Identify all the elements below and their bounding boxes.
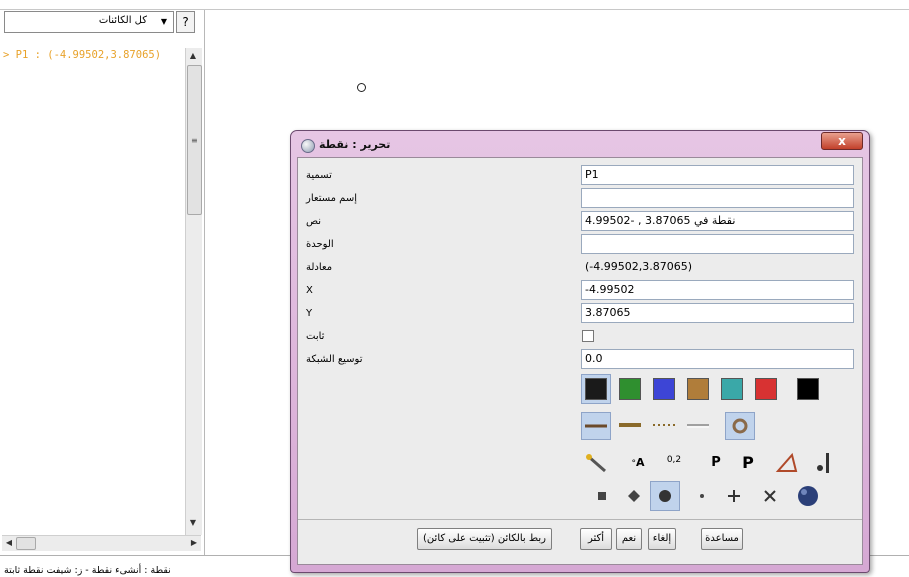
object-list-panel — [0, 10, 205, 555]
plus-icon[interactable] — [720, 484, 748, 508]
unit-field[interactable] — [581, 234, 854, 254]
dotted-line-icon[interactable] — [650, 413, 678, 437]
sphere-icon[interactable] — [650, 481, 680, 511]
thin-line-icon[interactable] — [684, 413, 712, 437]
triangle-icon[interactable] — [774, 451, 802, 475]
scroll-up-icon[interactable]: ▲ — [186, 51, 200, 60]
horizontal-scroll-thumb[interactable] — [16, 537, 36, 550]
label-tool[interactable]: °A — [624, 451, 652, 475]
color-swatch-green[interactable] — [619, 378, 641, 400]
dialog-titlebar[interactable]: تحرير : نقطة x — [291, 131, 869, 157]
cross-icon[interactable] — [756, 484, 784, 508]
color-swatch-blue[interactable] — [653, 378, 675, 400]
scroll-left-icon[interactable]: ◀ — [2, 538, 16, 547]
close-button[interactable]: x — [821, 132, 863, 150]
color-swatch-red[interactable] — [755, 378, 777, 400]
chevron-down-icon[interactable]: ▼ — [158, 16, 170, 28]
name-field[interactable]: P1 — [581, 165, 854, 185]
color-swatch-teal[interactable] — [721, 378, 743, 400]
app-icon — [301, 139, 315, 153]
link-to-object-button[interactable]: (ربط بالكائن (تثبيت على كائن — [417, 528, 552, 550]
diamond-icon[interactable] — [620, 484, 648, 508]
grid-field[interactable]: 0.0 — [581, 349, 854, 369]
help-button[interactable]: ? — [176, 11, 195, 33]
equation-label: معادلة — [306, 262, 333, 273]
ring-icon[interactable] — [725, 412, 755, 440]
horizontal-scrollbar[interactable]: ◀ ▶ — [2, 535, 201, 551]
color-swatch-black[interactable] — [585, 378, 607, 400]
point-p1[interactable] — [357, 83, 366, 92]
dialog-content: تسمية إسم مستعار نص الوحدة معادلة X Y ثا… — [297, 157, 863, 565]
grid-label: توسيع الشبكة — [306, 354, 363, 365]
status-text: نقطة : أنشىء نقطة - ز: شيفت نقطة ثابتة — [4, 565, 171, 576]
name-label: تسمية — [306, 170, 332, 181]
more-button[interactable]: أكثر — [580, 528, 612, 550]
object-list-item-p1[interactable]: > P1 : (-4.99502,3.87065) — [3, 49, 161, 61]
text-label: نص — [306, 216, 322, 227]
edit-point-dialog: تحرير : نقطة x تسمية إسم مستعار نص الوحد… — [290, 130, 870, 573]
point-label-large-tool[interactable]: P — [734, 451, 762, 475]
unit-label: الوحدة — [306, 239, 334, 250]
point-label-tool[interactable]: P — [702, 451, 730, 475]
fixed-label: ثابت — [306, 331, 325, 342]
big-sphere-icon[interactable] — [794, 482, 822, 506]
cancel-button[interactable]: إلغاء — [648, 528, 676, 550]
y-field[interactable]: 3.87065 — [581, 303, 854, 323]
x-field[interactable]: -4.99502 — [581, 280, 854, 300]
object-filter-value: كل الكائنات — [98, 15, 147, 26]
dot-icon[interactable] — [688, 484, 716, 508]
dialog-title: تحرير : نقطة — [319, 138, 391, 151]
object-filter-select[interactable]: كل الكائنات ▼ — [4, 11, 174, 33]
x-label: X — [306, 285, 313, 296]
value-label-tool[interactable]: 0,2 — [660, 448, 688, 472]
color-swatch-brown[interactable] — [687, 378, 709, 400]
point-marker-icon[interactable] — [810, 451, 838, 475]
thick-line-icon[interactable] — [616, 413, 644, 437]
color-swatch-current[interactable] — [797, 378, 819, 400]
vertical-scroll-thumb[interactable]: ≡ — [187, 65, 202, 215]
magic-wand-icon[interactable] — [583, 451, 611, 475]
equation-value: (-4.99502,3.87065) — [581, 257, 854, 277]
scroll-right-icon[interactable]: ▶ — [187, 538, 201, 547]
fixed-checkbox[interactable] — [582, 330, 594, 342]
vertical-scrollbar[interactable]: ▲ ≡ ▼ — [185, 48, 202, 535]
y-label: Y — [306, 308, 313, 319]
ok-button[interactable]: نعم — [616, 528, 642, 550]
text-field[interactable]: نقطة في 3.87065 , -4.99502 — [581, 211, 854, 231]
square-icon[interactable] — [588, 484, 616, 508]
alias-label: إسم مستعار — [306, 193, 357, 204]
scroll-down-icon[interactable]: ▼ — [186, 518, 200, 527]
button-separator — [298, 519, 862, 520]
solid-line-icon[interactable] — [581, 412, 611, 440]
alias-field[interactable] — [581, 188, 854, 208]
help-dialog-button[interactable]: مساعدة — [701, 528, 743, 550]
grip-icon: ≡ — [191, 136, 198, 145]
top-toolbar-strip — [0, 0, 909, 10]
